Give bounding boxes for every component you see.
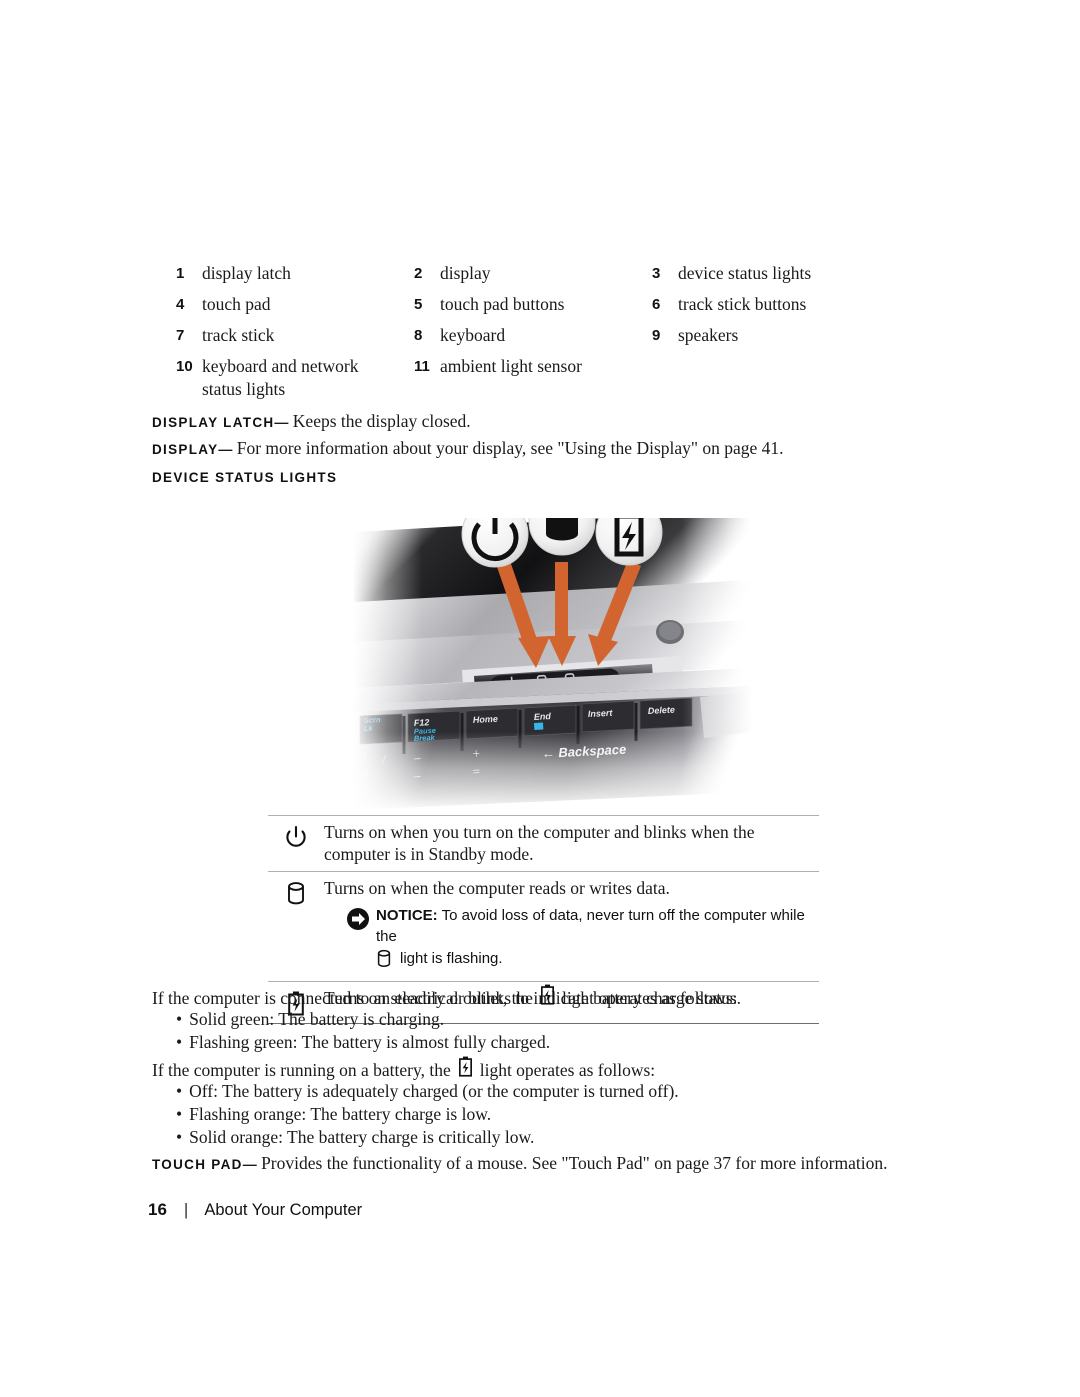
callout-item: 8 keyboard bbox=[414, 324, 652, 347]
list-item: • Off: The battery is adequately charged … bbox=[176, 1080, 679, 1103]
notice-label: NOTICE: bbox=[376, 907, 438, 924]
callout-number: 11 bbox=[414, 358, 430, 375]
notice-second-line: light is flashing. bbox=[376, 948, 819, 975]
callout-list: 1 display latch 2 display 3 device statu… bbox=[176, 262, 876, 409]
callout-item: 10 keyboard and network status lights bbox=[176, 355, 414, 401]
table-cell-description: Turns on when you turn on the computer a… bbox=[324, 822, 755, 864]
definition-text: For more information about your display,… bbox=[236, 438, 784, 458]
battery-running-intro-text-after: light operates as follows: bbox=[479, 1059, 656, 1080]
notice-arrow-icon bbox=[346, 905, 376, 936]
battery-outlet-intro-text-after: light operates as follows: bbox=[561, 987, 738, 1008]
definition-touch-pad: TOUCH PAD— Provides the functionality of… bbox=[152, 1152, 887, 1176]
definition-term: DEVICE STATUS LIGHTS bbox=[152, 470, 338, 485]
notice-text: To avoid loss of data, never turn off th… bbox=[376, 907, 805, 945]
list-item: • Solid orange: The battery charge is cri… bbox=[176, 1126, 534, 1149]
callout-number: 10 bbox=[176, 358, 193, 375]
definition-term: TOUCH PAD bbox=[152, 1157, 243, 1172]
callout-item: 5 touch pad buttons bbox=[414, 293, 652, 316]
callout-number: 2 bbox=[414, 265, 423, 282]
callout-label: touch pad buttons bbox=[440, 294, 565, 314]
callout-row: 10 keyboard and network status lights 11… bbox=[176, 355, 876, 401]
power-icon bbox=[268, 821, 324, 849]
callout-number: 1 bbox=[176, 265, 185, 282]
table-cell-description: Turns on when the computer reads or writ… bbox=[324, 878, 670, 898]
page-footer: 16 | About Your Computer bbox=[148, 1200, 362, 1220]
definition-display: DISPLAY— For more information about your… bbox=[152, 437, 784, 461]
em-dash: — bbox=[242, 1156, 257, 1172]
hard-drive-icon bbox=[376, 949, 392, 975]
footer-section-title: About Your Computer bbox=[204, 1201, 363, 1219]
callout-label: track stick buttons bbox=[678, 294, 807, 314]
battery-running-intro-text: If the computer is running on a battery,… bbox=[152, 1059, 451, 1080]
em-dash: — bbox=[274, 414, 289, 430]
callout-number: 8 bbox=[414, 327, 423, 344]
callout-number: 4 bbox=[176, 296, 185, 313]
bullet-glyph: • bbox=[176, 1032, 183, 1052]
list-item-text: Solid orange: The battery charge is crit… bbox=[189, 1127, 535, 1147]
bullet-glyph: • bbox=[176, 1009, 183, 1029]
callout-label: display latch bbox=[202, 263, 291, 283]
bullet-glyph: • bbox=[176, 1104, 183, 1124]
svg-text:Home: Home bbox=[473, 714, 499, 725]
battery-icon bbox=[540, 984, 555, 1012]
table-cell-description-group: Turns on when the computer reads or writ… bbox=[324, 877, 819, 975]
list-item-text: Solid green: The battery is charging. bbox=[189, 1009, 445, 1029]
definition-term: DISPLAY bbox=[152, 442, 219, 457]
callout-row: 1 display latch 2 display 3 device statu… bbox=[176, 262, 876, 285]
callout-row: 7 track stick 8 keyboard 9 speakers bbox=[176, 324, 876, 347]
callout-label: keyboard bbox=[440, 325, 506, 345]
callout-item: 6 track stick buttons bbox=[652, 293, 876, 316]
callout-item: 2 display bbox=[414, 262, 652, 285]
svg-text:End: End bbox=[534, 711, 552, 722]
callout-number: 3 bbox=[652, 265, 661, 282]
page-number: 16 bbox=[148, 1200, 167, 1219]
notice-callout: NOTICE: To avoid loss of data, never tur… bbox=[346, 905, 819, 975]
callout-number: 7 bbox=[176, 327, 185, 344]
list-item: • Solid green: The battery is charging. bbox=[176, 1008, 444, 1031]
list-item: • Flashing orange: The battery charge is … bbox=[176, 1103, 491, 1126]
callout-label: speakers bbox=[678, 325, 739, 345]
bullet-glyph: • bbox=[176, 1127, 183, 1147]
callout-item: 11 ambient light sensor bbox=[414, 355, 652, 378]
callout-label: track stick bbox=[202, 325, 275, 345]
definition-text: Keeps the display closed. bbox=[292, 411, 471, 431]
list-item-text: Flashing green: The battery is almost fu… bbox=[189, 1032, 551, 1052]
bullet-glyph: • bbox=[176, 1081, 183, 1101]
list-item: • Flashing green: The battery is almost f… bbox=[176, 1031, 550, 1054]
em-dash: — bbox=[218, 441, 233, 457]
table-row: Turns on when you turn on the computer a… bbox=[268, 816, 819, 872]
callout-row: 4 touch pad 5 touch pad buttons 6 track … bbox=[176, 293, 876, 316]
callout-item: 3 device status lights bbox=[652, 262, 876, 285]
definition-device-status-lights: DEVICE STATUS LIGHTS bbox=[152, 465, 337, 489]
definition-term: DISPLAY LATCH bbox=[152, 415, 275, 430]
callout-label: keyboard and network status lights bbox=[202, 356, 359, 399]
notice-body: NOTICE: To avoid loss of data, never tur… bbox=[376, 905, 819, 975]
callout-number: 6 bbox=[652, 296, 661, 313]
callout-number: 9 bbox=[652, 327, 661, 344]
callout-number: 5 bbox=[414, 296, 423, 313]
callout-item: 4 touch pad bbox=[176, 293, 414, 316]
hard-drive-icon bbox=[268, 877, 324, 907]
callout-label: touch pad bbox=[202, 294, 271, 314]
callout-item: 9 speakers bbox=[652, 324, 876, 347]
callout-label: display bbox=[440, 263, 491, 283]
callout-label: ambient light sensor bbox=[440, 356, 582, 376]
svg-text:Insert: Insert bbox=[588, 708, 614, 719]
definition-display-latch: DISPLAY LATCH— Keeps the display closed. bbox=[152, 410, 471, 434]
callout-item: 7 track stick bbox=[176, 324, 414, 347]
device-status-lights-photo: F12 Home End Insert Delete Pause Break S… bbox=[352, 492, 752, 812]
callout-label: device status lights bbox=[678, 263, 812, 283]
battery-outlet-intro-text: If the computer is connected to an elect… bbox=[152, 987, 533, 1008]
list-item-text: Flashing orange: The battery charge is l… bbox=[189, 1104, 492, 1124]
footer-separator: | bbox=[183, 1200, 189, 1219]
svg-text:Delete: Delete bbox=[648, 705, 676, 716]
notice-text-continued: light is flashing. bbox=[400, 950, 503, 967]
list-item-text: Off: The battery is adequately charged (… bbox=[189, 1081, 679, 1101]
callout-item: 1 display latch bbox=[176, 262, 414, 285]
table-row: Turns on when the computer reads or writ… bbox=[268, 872, 819, 982]
definition-text: Provides the functionality of a mouse. S… bbox=[261, 1153, 888, 1173]
